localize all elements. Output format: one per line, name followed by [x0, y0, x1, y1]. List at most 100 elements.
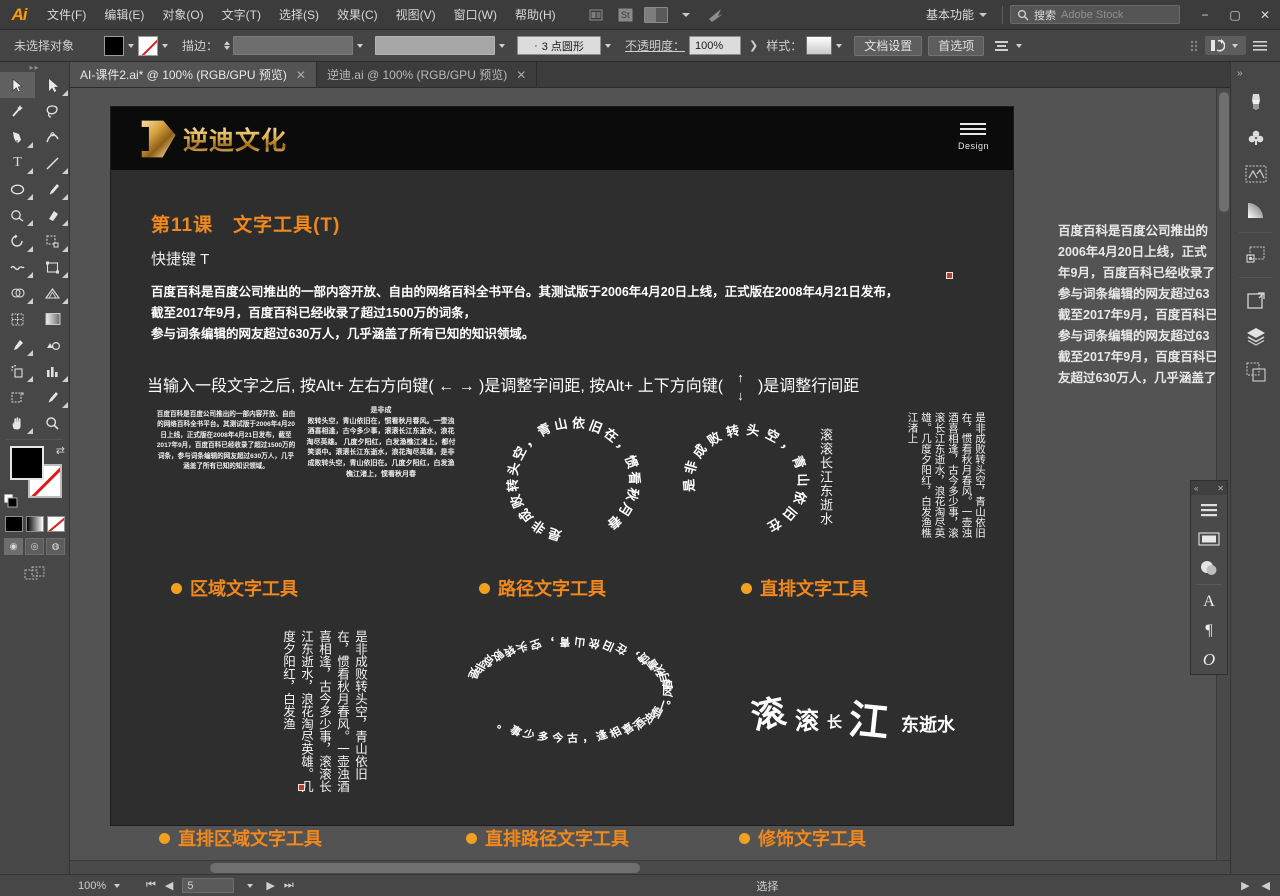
artboard-number-field[interactable]: 5	[182, 878, 235, 893]
color-mode[interactable]	[4, 516, 23, 532]
align-dropdown[interactable]	[994, 39, 1026, 53]
stock-icon[interactable]: St	[613, 4, 639, 26]
shape-builder-tool[interactable]	[0, 280, 35, 306]
swap-fill-stroke-icon[interactable]: ⇄	[56, 444, 65, 457]
status-prev-icon[interactable]: ◀	[1262, 879, 1270, 892]
minimize-button[interactable]: −	[1190, 0, 1220, 30]
screen-mode-button[interactable]	[0, 565, 69, 583]
first-artboard-button[interactable]: ⏮	[146, 879, 156, 892]
floating-panel-header[interactable]: « ✕	[1191, 481, 1227, 495]
menu-edit[interactable]: 编辑(E)	[95, 0, 153, 30]
vertical-type-sample-2[interactable]: 是非成败转头空，青山依旧在，惯看秋月春风。一壶浊酒喜相逢，古今多少事，滚滚长江东…	[856, 412, 987, 547]
menu-view[interactable]: 视图(V)	[387, 0, 445, 30]
workspace-switcher[interactable]: 基本功能	[918, 4, 995, 25]
image-trace-panel-icon[interactable]	[1231, 156, 1280, 192]
artboard-dropdown-icon[interactable]	[247, 883, 254, 888]
last-artboard-button[interactable]: ⏭	[284, 879, 294, 892]
brush-definition-field[interactable]	[375, 36, 496, 55]
horizontal-scrollbar[interactable]	[70, 860, 1230, 874]
column-graph-tool[interactable]	[35, 358, 70, 384]
stroke-dropdown-icon[interactable]	[162, 43, 168, 48]
zoom-tool[interactable]	[35, 410, 70, 436]
close-button[interactable]: ✕	[1250, 0, 1280, 30]
next-artboard-button[interactable]: ▶	[266, 879, 274, 892]
draw-inside[interactable]: ◍	[46, 538, 65, 555]
scale-tool[interactable]	[35, 228, 70, 254]
ellipse-tool[interactable]	[0, 176, 35, 202]
gradient-tool[interactable]	[35, 306, 70, 332]
vertical-type-sample[interactable]: 滚滚长江东逝水	[815, 428, 835, 548]
preferences-button[interactable]: 首选项	[928, 35, 985, 56]
none-mode[interactable]	[46, 516, 65, 532]
area-type-sample-poem[interactable]: 是非成 败转头空，青山依旧在，惯看秋月春风。一壶浊酒喜相逢，古今多少事，滚滚长江…	[306, 406, 456, 480]
path-type-circle[interactable]: 是非成败转头空，青山依旧在，惯看秋月春	[491, 410, 656, 550]
zoom-control[interactable]: 100%	[78, 880, 140, 892]
paintbrush-tool[interactable]	[35, 176, 70, 202]
close-icon[interactable]: ✕	[516, 68, 526, 82]
menu-type[interactable]: 文字(T)	[213, 0, 270, 30]
libraries-panel-icon[interactable]	[1231, 354, 1280, 390]
magic-wand-tool[interactable]	[0, 98, 35, 124]
maximize-button[interactable]: ▢	[1220, 0, 1250, 30]
menu-help[interactable]: 帮助(H)	[506, 0, 565, 30]
eraser-tool[interactable]	[35, 202, 70, 228]
vertical-path-type-ellipse[interactable]: 是非成败转头空，青山依旧在，惯看秋月春风。一壶浊酒喜相逢，古今多少事。	[453, 630, 683, 750]
menu-window[interactable]: 窗口(W)	[445, 0, 506, 30]
menu-object[interactable]: 对象(O)	[153, 0, 212, 30]
character-panel-icon[interactable]: A	[1191, 587, 1227, 616]
color-panel-icon[interactable]	[1191, 553, 1227, 582]
stroke-weight-stepper[interactable]	[224, 41, 231, 50]
rotate-tool[interactable]	[0, 228, 35, 254]
brushes-panel-icon[interactable]	[1231, 84, 1280, 120]
fill-dropdown-icon[interactable]	[128, 43, 134, 48]
width-tool[interactable]	[0, 254, 35, 280]
transform-panel-icon[interactable]	[1231, 237, 1280, 273]
artboards-panel-icon[interactable]	[1231, 282, 1280, 318]
vertical-scroll-thumb[interactable]	[1219, 92, 1229, 212]
tab-ai-kejian2[interactable]: AI-课件2.ai* @ 100% (RGB/GPU 预览) ✕	[70, 62, 317, 87]
draw-normal[interactable]: ◉	[4, 538, 23, 555]
stroke-weight-field[interactable]	[233, 36, 354, 55]
style-swatch[interactable]	[806, 36, 833, 55]
hamburger-menu-icon[interactable]: Design	[958, 123, 989, 151]
perspective-grid-tool[interactable]	[35, 280, 70, 306]
tab-nidi[interactable]: 逆迪.ai @ 100% (RGB/GPU 预览) ✕	[316, 62, 538, 87]
close-icon[interactable]: ✕	[296, 68, 306, 82]
artboard-tool[interactable]	[0, 384, 35, 410]
bridge-icon[interactable]	[583, 4, 609, 26]
shape-dropdown-icon[interactable]	[605, 43, 612, 48]
collapse-panels-icon[interactable]: »	[1231, 62, 1280, 84]
transform-icon[interactable]	[1205, 36, 1246, 55]
layers-panel-icon[interactable]	[1231, 318, 1280, 354]
opacity-flyout-icon[interactable]: ❯	[749, 39, 758, 52]
arrange-documents-caret-icon[interactable]	[673, 4, 699, 26]
overflow-text-block[interactable]: 百度百科是百度公司推出的 2006年4月20日上线，正式 年9月，百度百科已经收…	[1058, 200, 1230, 440]
pen-tool[interactable]	[0, 124, 35, 150]
vertical-area-type-sample[interactable]: 是非成败转头空，青山依旧在，惯看秋月春风。一壶浊酒喜相逢，古今多少事，滚滚长江东…	[239, 630, 369, 795]
blend-tool[interactable]	[35, 332, 70, 358]
stroke-swatch[interactable]	[138, 35, 158, 56]
hand-tool[interactable]	[0, 410, 35, 436]
paragraph-styles-icon[interactable]	[1191, 495, 1227, 524]
tools-panel-grip[interactable]: ▸▸	[0, 62, 69, 72]
artboard[interactable]: 逆迪文化 Design 第11课 文字工具(T) 快捷键 T 百度百科是百度公司…	[111, 107, 1013, 849]
style-dropdown-icon[interactable]	[836, 43, 843, 48]
area-type-sample[interactable]: 百度百科是百度公司推出的一部内容开放、自由的网络百科全书平台。其测试版于2006…	[156, 410, 296, 472]
touch-type-sample[interactable]: 滚 滚 长 江 东逝水	[748, 685, 981, 746]
eyedropper-tool[interactable]	[0, 332, 35, 358]
lasso-tool[interactable]	[35, 98, 70, 124]
shape-field[interactable]: · 3 点圆形	[517, 36, 602, 55]
slice-tool[interactable]	[35, 384, 70, 410]
draw-behind[interactable]: ◎	[25, 538, 44, 555]
swatches-panel-icon[interactable]	[1191, 524, 1227, 553]
symbol-sprayer-tool[interactable]	[0, 358, 35, 384]
more-options-icon[interactable]	[1252, 39, 1268, 53]
default-fill-stroke-icon[interactable]	[4, 494, 18, 508]
fill-swatch[interactable]	[104, 35, 124, 56]
collapse-icon[interactable]: «	[1194, 484, 1198, 493]
stroke-weight-dropdown-icon[interactable]	[357, 43, 364, 48]
opacity-field[interactable]: 100%	[689, 36, 742, 55]
selection-tool[interactable]	[0, 72, 35, 98]
type-tool[interactable]: T	[0, 150, 35, 176]
zoom-dropdown-icon[interactable]	[114, 883, 121, 888]
